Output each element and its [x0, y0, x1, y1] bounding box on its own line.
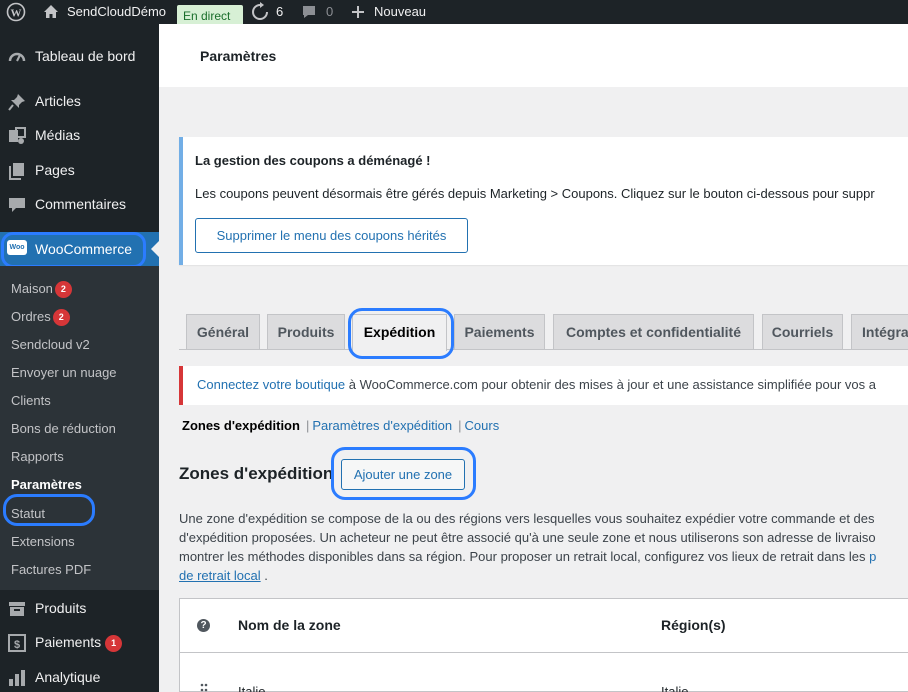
menu-payments[interactable]: $ Paiements 1	[0, 625, 159, 659]
submenu-label: Maison	[11, 281, 53, 296]
submenu-item-parametres[interactable]: Paramètres	[11, 476, 82, 494]
menu-label: Articles	[35, 93, 81, 109]
submenu-item-envoyer-nuage[interactable]: Envoyer un nuage	[11, 364, 117, 382]
submenu-item-ordres[interactable]: Ordres 2	[11, 308, 70, 326]
admin-bar: W SendCloudDémo En direct 6 0 Nouveau	[0, 0, 908, 24]
column-header-zone-name: Nom de la zone	[238, 617, 341, 633]
media-icon	[8, 127, 26, 145]
comments-icon[interactable]	[301, 0, 317, 24]
wordpress-logo-icon[interactable]: W	[6, 0, 26, 24]
analytics-icon	[8, 669, 26, 687]
remove-legacy-coupons-button[interactable]: Supprimer le menu des coupons hérités	[195, 218, 468, 253]
notification-badge: 2	[54, 281, 72, 298]
local-pickup-link[interactable]: de retrait local	[179, 568, 261, 583]
tab-integration[interactable]: Intégra	[851, 314, 908, 349]
subnav-classes[interactable]: Cours	[465, 418, 500, 433]
menu-label: Pages	[35, 162, 75, 178]
menu-analytics[interactable]: Analytique	[0, 660, 159, 692]
highlight-ring	[331, 447, 476, 500]
menu-articles[interactable]: Articles	[0, 84, 159, 118]
submenu-item-extensions[interactable]: Extensions	[11, 533, 75, 551]
connect-store-link[interactable]: Connectez votre boutique	[197, 377, 345, 392]
menu-label: Tableau de bord	[35, 48, 136, 64]
page-title: Paramètres	[200, 48, 277, 64]
zones-description: Une zone d'expédition se compose de la o…	[179, 511, 877, 583]
subnav-options[interactable]: Paramètres d'expédition	[312, 418, 452, 433]
highlight-ring	[3, 494, 95, 526]
table-header: ? Nom de la zone Région(s)	[180, 599, 908, 653]
svg-text:W: W	[11, 8, 22, 20]
pages-icon	[8, 162, 26, 180]
menu-label: Produits	[35, 600, 87, 616]
admin-sidebar: Tableau de bord Articles Médias Pages Co…	[0, 24, 159, 692]
section-title: Zones d'expédition	[179, 464, 334, 483]
settings-tabs: Général Produits Expédition Paiements Co…	[179, 314, 908, 351]
submenu-item-factures-pdf[interactable]: Factures PDF	[11, 561, 91, 579]
menu-label: Analytique	[35, 669, 101, 685]
menu-comments[interactable]: Commentaires	[0, 187, 159, 221]
comments-count[interactable]: 0	[326, 0, 333, 24]
drag-handle-icon[interactable]	[200, 683, 208, 692]
tab-paiements[interactable]: Paiements	[454, 314, 545, 349]
dashboard-icon	[8, 48, 26, 66]
submenu-item-rapports[interactable]: Rapports	[11, 448, 64, 466]
subnav-zones[interactable]: Zones d'expédition	[182, 418, 300, 433]
plus-icon[interactable]	[351, 0, 365, 24]
page-header: Paramètres	[159, 24, 908, 87]
submenu-item-coupons[interactable]: Bons de réduction	[11, 420, 116, 438]
connect-store-notice: Connectez votre boutique à WooCommerce.c…	[179, 366, 908, 405]
tab-general[interactable]: Général	[186, 314, 260, 349]
menu-dashboard[interactable]: Tableau de bord	[0, 39, 159, 73]
highlight-ring	[1, 232, 146, 268]
zone-name-cell[interactable]: Italie	[238, 684, 265, 692]
products-icon	[8, 600, 26, 618]
notification-badge: 1	[105, 635, 123, 652]
tab-comptes-confidentialite[interactable]: Comptes et confidentialité	[553, 314, 754, 349]
submenu-item-maison[interactable]: Maison 2	[11, 280, 72, 298]
updates-icon[interactable]	[251, 0, 269, 24]
live-status-badge: En direct	[177, 5, 243, 24]
highlight-ring	[348, 308, 454, 359]
updates-count[interactable]: 6	[276, 0, 283, 24]
site-name-link[interactable]: SendCloudDémo	[67, 0, 166, 24]
submenu-item-sendcloud[interactable]: Sendcloud v2	[11, 336, 90, 354]
menu-media[interactable]: Médias	[0, 118, 159, 152]
zones-table: ? Nom de la zone Région(s) Italie Italie	[179, 598, 908, 692]
current-menu-arrow-icon	[151, 241, 159, 257]
menu-label: Médias	[35, 127, 81, 143]
payments-icon: $	[8, 634, 26, 652]
submenu-label: Ordres	[11, 309, 51, 324]
menu-label: Commentaires	[35, 196, 127, 212]
pin-icon	[8, 93, 26, 111]
tab-produits[interactable]: Produits	[267, 314, 345, 349]
coupon-notice: La gestion des coupons a déménagé ! Les …	[179, 137, 908, 265]
home-icon[interactable]	[42, 0, 60, 24]
shipping-subnav: Zones d'expédition | Paramètres d'expéditi…	[182, 418, 500, 433]
new-content-link[interactable]: Nouveau	[374, 0, 426, 24]
column-header-regions: Région(s)	[661, 617, 726, 633]
comment-icon	[8, 196, 26, 214]
tab-courriels[interactable]: Courriels	[762, 314, 843, 349]
notification-badge: 2	[52, 309, 70, 326]
notice-title: La gestion des coupons a déménagé !	[195, 153, 431, 168]
zone-region-cell: Italie	[661, 684, 689, 692]
connect-text: Connectez votre boutique à WooCommerce.c…	[197, 377, 876, 392]
woocommerce-submenu: Maison 2 Ordres 2 Sendcloud v2 Envoyer un …	[0, 266, 159, 590]
menu-label: Paiements 1	[35, 625, 123, 659]
help-icon[interactable]: ?	[197, 619, 210, 632]
menu-products[interactable]: Produits	[0, 591, 159, 625]
notice-text: Les coupons peuvent désormais être gérés…	[195, 186, 875, 201]
local-pickup-link[interactable]: p	[869, 549, 876, 564]
submenu-item-clients[interactable]: Clients	[11, 392, 51, 410]
menu-pages[interactable]: Pages	[0, 153, 159, 187]
svg-text:$: $	[14, 639, 20, 651]
